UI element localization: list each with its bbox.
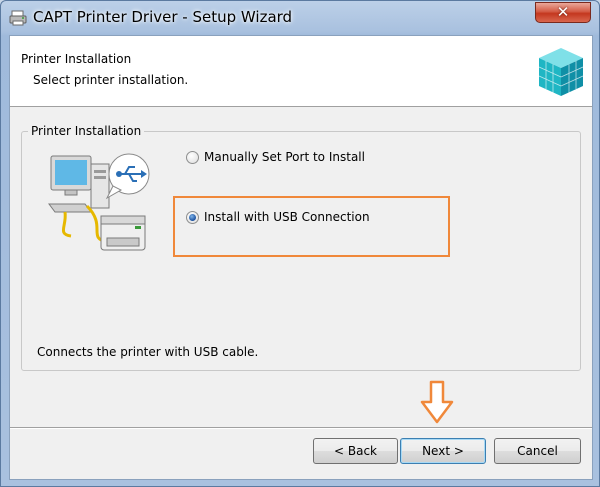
cancel-button[interactable]: Cancel (494, 438, 581, 464)
close-button[interactable]: ✕ (535, 2, 591, 23)
header-title: Printer Installation (21, 52, 132, 66)
printer-app-icon (9, 10, 27, 26)
radio-button-unchecked[interactable] (186, 150, 199, 164)
radio-manual-port[interactable]: Manually Set Port to Install (186, 150, 365, 164)
back-button[interactable]: < Back (313, 438, 398, 464)
installer-cube-icon (538, 48, 584, 96)
option-description: Connects the printer with USB cable. (37, 345, 259, 359)
wizard-client-area: Printer Installation Select printer inst… (9, 35, 593, 480)
wizard-header: Printer Installation Select printer inst… (10, 36, 592, 107)
computer-usb-printer-illustration (48, 153, 150, 251)
groupbox-legend: Printer Installation (28, 124, 145, 138)
button-separator (10, 427, 592, 429)
setup-wizard-window: CAPT Printer Driver - Setup Wizard ✕ Pri… (0, 0, 600, 487)
radio-usb-connection[interactable]: Install with USB Connection (186, 210, 370, 224)
usb-option-highlight (173, 196, 450, 257)
radio-label-manual-port: Manually Set Port to Install (204, 150, 365, 164)
header-subtitle: Select printer installation. (33, 73, 189, 87)
title-bar[interactable]: CAPT Printer Driver - Setup Wizard ✕ (1, 1, 599, 35)
radio-label-usb: Install with USB Connection (204, 210, 370, 224)
window-title: CAPT Printer Driver - Setup Wizard (33, 8, 293, 26)
radio-button-checked[interactable] (186, 210, 199, 224)
next-button[interactable]: Next > (400, 438, 486, 464)
down-arrow-icon (420, 380, 454, 424)
